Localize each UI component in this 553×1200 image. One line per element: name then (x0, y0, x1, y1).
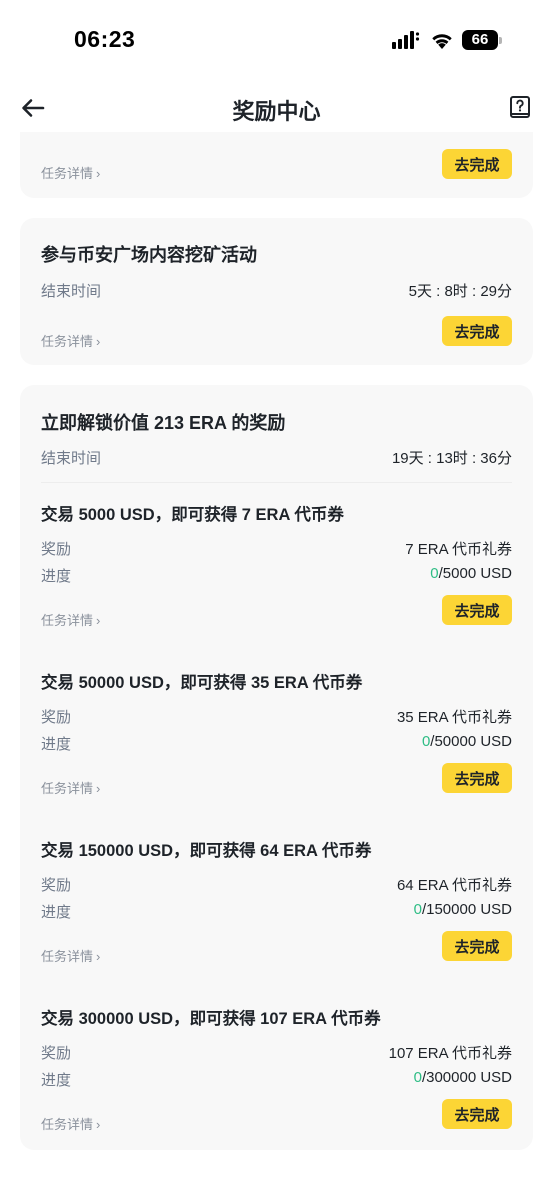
task-detail-label: 任务详情 (41, 334, 94, 349)
trade-task-title: 交易 150000 USD，即可获得 64 ERA 代币券 (41, 842, 372, 860)
reward-value: 7 ERA 代币礼券 (405, 541, 512, 558)
chevron-right-icon: › (96, 781, 101, 796)
complete-button[interactable]: 去完成 (442, 1099, 512, 1129)
progress-current: 0 (413, 901, 422, 918)
reward-label: 奖励 (41, 541, 72, 558)
chevron-right-icon: › (96, 334, 101, 349)
reward-label: 奖励 (41, 877, 72, 894)
battery-tip (499, 37, 502, 44)
task-detail-label: 任务详情 (41, 166, 94, 181)
chevron-right-icon: › (96, 1117, 101, 1132)
page-title: 奖励中心 (232, 99, 321, 124)
progress-target: /300000 USD (421, 1069, 512, 1086)
task-detail-link[interactable]: 任务详情 › (41, 946, 100, 965)
cellular-signal-icon (392, 31, 420, 49)
progress-current: 0 (430, 565, 439, 582)
reward-title: 立即解锁价值 213 ERA 的奖励 (41, 413, 286, 433)
task-card-era-rewards: 立即解锁价值 213 ERA 的奖励 结束时间 19天 : 13时 : 36分 … (20, 385, 533, 1150)
task-detail-label: 任务详情 (41, 613, 94, 628)
complete-button[interactable]: 去完成 (442, 316, 512, 346)
complete-button[interactable]: 去完成 (442, 931, 512, 961)
chevron-right-icon: › (96, 949, 101, 964)
task-detail-link[interactable]: 任务详情 › (41, 778, 100, 797)
task-detail-label: 任务详情 (41, 781, 94, 796)
task-detail-link[interactable]: 任务详情 › (41, 163, 100, 182)
end-time-label: 结束时间 (41, 450, 102, 467)
progress-label: 进度 (41, 568, 72, 585)
progress-value: 0/150000 USD (414, 901, 512, 918)
task-card-partial: 任务详情 › 去完成 (20, 132, 533, 198)
progress-value: 0/5000 USD (430, 565, 512, 582)
rules-book-icon[interactable] (508, 95, 532, 121)
progress-target: /5000 USD (438, 565, 512, 582)
task-detail-link[interactable]: 任务详情 › (41, 331, 100, 350)
progress-label: 进度 (41, 1072, 72, 1089)
progress-target: /150000 USD (421, 901, 512, 918)
task-detail-link[interactable]: 任务详情 › (41, 1114, 100, 1133)
reward-value: 64 ERA 代币礼券 (396, 877, 512, 894)
progress-target: /50000 USD (430, 733, 512, 750)
wifi-icon (432, 34, 452, 49)
end-time-countdown: 5天 : 8时 : 29分 (408, 283, 512, 300)
end-time-countdown: 19天 : 13时 : 36分 (391, 450, 512, 467)
status-time: 06:23 (74, 26, 136, 52)
divider (41, 482, 512, 483)
task-detail-label: 任务详情 (41, 1117, 94, 1132)
reward-label: 奖励 (41, 1045, 72, 1062)
task-detail-link[interactable]: 任务详情 › (41, 610, 100, 629)
end-time-label: 结束时间 (41, 283, 102, 300)
trade-task-title: 交易 50000 USD，即可获得 35 ERA 代币券 (41, 674, 363, 692)
status-bar: 06:23 66 (0, 0, 553, 80)
trade-task-title: 交易 300000 USD，即可获得 107 ERA 代币券 (41, 1010, 381, 1028)
progress-current: 0 (413, 1069, 422, 1086)
chevron-right-icon: › (96, 613, 101, 628)
task-title: 参与币安广场内容挖矿活动 (41, 245, 257, 265)
progress-label: 进度 (41, 904, 72, 921)
progress-value: 0/50000 USD (422, 733, 512, 750)
progress-value: 0/300000 USD (414, 1069, 512, 1086)
task-detail-label: 任务详情 (41, 949, 94, 964)
complete-button[interactable]: 去完成 (442, 763, 512, 793)
page-header: 奖励中心 (0, 82, 553, 134)
task-card-square-mining: 参与币安广场内容挖矿活动 结束时间 5天 : 8时 : 29分 任务详情 › 去完… (20, 218, 533, 365)
progress-label: 进度 (41, 736, 72, 753)
complete-button[interactable]: 去完成 (442, 149, 512, 179)
reward-label: 奖励 (41, 709, 72, 726)
reward-value: 107 ERA 代币礼券 (388, 1045, 512, 1062)
trade-task-title: 交易 5000 USD，即可获得 7 ERA 代币券 (41, 506, 344, 524)
reward-value: 35 ERA 代币礼券 (396, 709, 512, 726)
battery-level: 66 (462, 30, 498, 50)
chevron-right-icon: › (96, 166, 101, 181)
battery-indicator: 66 (462, 30, 502, 50)
complete-button[interactable]: 去完成 (442, 595, 512, 625)
